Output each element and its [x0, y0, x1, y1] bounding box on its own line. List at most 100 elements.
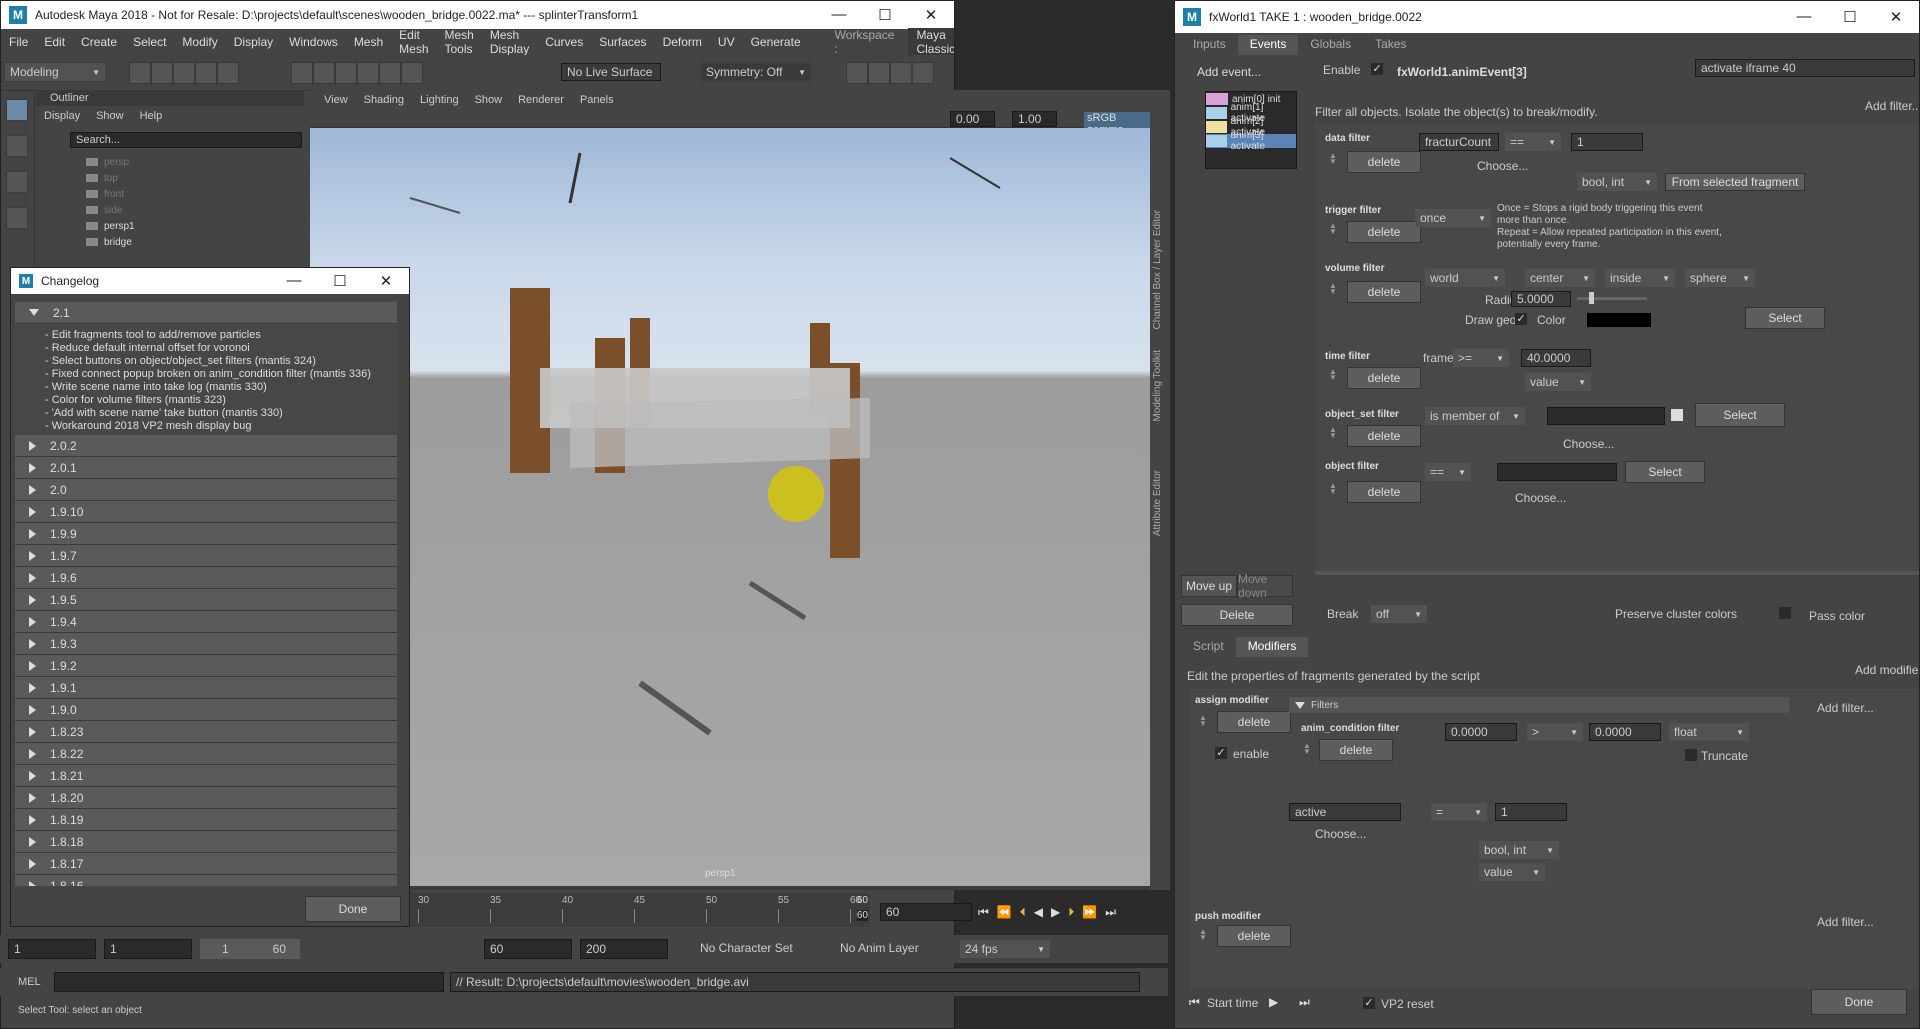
hypershade-icon[interactable]	[912, 62, 934, 84]
object-filter-op[interactable]: ==	[1425, 463, 1471, 481]
data-filter-attr[interactable]: fracturCount	[1419, 133, 1499, 151]
select-tool-icon[interactable]	[6, 99, 28, 121]
delete-event-button[interactable]: Delete	[1181, 604, 1293, 626]
object-set-select-button[interactable]: Select	[1695, 403, 1785, 427]
object-choose[interactable]: Choose...	[1515, 491, 1566, 505]
changelog-done-button[interactable]: Done	[305, 896, 401, 922]
object-field[interactable]	[1497, 463, 1617, 481]
play-back-icon[interactable]: ◀	[1034, 905, 1043, 919]
prev-key-icon[interactable]: ⏴	[1020, 905, 1026, 920]
outliner-item[interactable]: front	[86, 186, 286, 202]
current-frame-field[interactable]: 60	[880, 903, 972, 921]
tab-events[interactable]: Events	[1237, 35, 1299, 55]
go-to-start-icon[interactable]: ⏮	[978, 905, 989, 920]
volume-filter-delete[interactable]: delete	[1347, 281, 1421, 303]
version-row[interactable]: 2.0.1	[15, 457, 397, 479]
object-select-button[interactable]: Select	[1625, 461, 1705, 483]
fps-dropdown[interactable]: 24 fps	[960, 940, 1050, 958]
workspace-dropdown[interactable]: Maya Classic*	[908, 28, 954, 56]
changelog-close-icon[interactable]: ✕	[363, 272, 409, 290]
active-mode[interactable]: value	[1479, 863, 1545, 881]
version-row[interactable]: 1.8.18	[15, 831, 397, 853]
viewport-menu-lighting[interactable]: Lighting	[412, 94, 467, 106]
step-back-icon[interactable]: ⏪	[997, 905, 1012, 919]
push-modifier-delete[interactable]: delete	[1217, 925, 1291, 947]
add-filter-top[interactable]: Add filter...	[1865, 99, 1919, 113]
render-icon[interactable]	[846, 62, 868, 84]
menu-mesh-display[interactable]: Mesh Display	[482, 28, 537, 56]
break-dropdown[interactable]: off	[1371, 605, 1427, 623]
tab-script[interactable]: Script	[1181, 637, 1236, 657]
changelog-minimize-icon[interactable]: —	[271, 272, 317, 290]
object-set-choose[interactable]: Choose...	[1563, 437, 1614, 451]
select-mode-icon[interactable]	[291, 62, 313, 84]
from-fragment-button[interactable]: From selected fragment	[1665, 173, 1805, 191]
outliner-search-input[interactable]: Search...	[70, 132, 302, 148]
snap-surface-icon[interactable]	[401, 62, 423, 84]
event-description-field[interactable]: activate iframe 40	[1695, 59, 1915, 77]
menu-modify[interactable]: Modify	[174, 35, 225, 49]
channel-box-tab[interactable]: Channel Box / Layer Editor	[1152, 210, 1163, 330]
version-row[interactable]: 1.9.6	[15, 567, 397, 589]
assign-modifier-delete[interactable]: delete	[1217, 711, 1291, 733]
save-scene-icon[interactable]	[173, 62, 195, 84]
play-icon[interactable]: ▶	[1051, 905, 1060, 919]
menu-mesh-tools[interactable]: Mesh Tools	[437, 28, 482, 56]
anim-condition-reorder[interactable]: ▲ ▼	[1303, 742, 1311, 756]
viewport-menu-shading[interactable]: Shading	[356, 94, 412, 106]
fx-play-icon[interactable]: ▶	[1269, 995, 1278, 1009]
far-clip-field[interactable]: 1.00	[1012, 111, 1057, 127]
step-forward-icon[interactable]: ⏩	[1082, 905, 1097, 919]
start-time-label[interactable]: Start time	[1207, 996, 1258, 1010]
radius-slider[interactable]	[1577, 292, 1647, 304]
active-type[interactable]: bool, int	[1479, 841, 1559, 859]
object-set-op[interactable]: is member of	[1425, 407, 1525, 425]
live-surface-field[interactable]: No Live Surface	[561, 63, 661, 81]
menu-display[interactable]: Display	[226, 35, 281, 49]
tab-modifiers[interactable]: Modifiers	[1235, 637, 1309, 657]
version-row[interactable]: 1.9.3	[15, 633, 397, 655]
outliner-item[interactable]: side	[86, 202, 286, 218]
outliner-menu-show[interactable]: Show	[88, 110, 132, 122]
enable-checkbox[interactable]: ✓	[1371, 63, 1383, 75]
range-start2-field[interactable]: 1	[104, 939, 192, 959]
fx-maximize-icon[interactable]: ☐	[1827, 8, 1873, 26]
anim-condition-op[interactable]: >	[1527, 723, 1583, 741]
time-slider[interactable]: 30 35 40 45 50 55 60 60 60	[410, 893, 870, 927]
near-clip-field[interactable]: 0.00	[950, 111, 995, 127]
fx-close-icon[interactable]: ✕	[1873, 8, 1919, 26]
go-to-end-icon[interactable]: ⏭	[1105, 905, 1116, 920]
anim-item[interactable]: anim[3] activate	[1206, 130, 1296, 152]
menu-surfaces[interactable]: Surfaces	[591, 35, 654, 49]
version-row[interactable]: 1.8.23	[15, 721, 397, 743]
fx-done-button[interactable]: Done	[1811, 989, 1907, 1015]
redo-icon[interactable]	[217, 62, 239, 84]
volume-filter-reorder[interactable]: ▲ ▼	[1329, 282, 1337, 296]
anim-condition-b[interactable]: 0.0000	[1589, 723, 1661, 741]
radius-field[interactable]: 5.0000	[1511, 291, 1571, 307]
ipr-icon[interactable]	[868, 62, 890, 84]
snap-grid-icon[interactable]	[313, 62, 335, 84]
truncate-checkbox[interactable]	[1685, 749, 1697, 761]
object-set-field[interactable]	[1547, 407, 1665, 425]
next-key-icon[interactable]: ⏵	[1068, 905, 1074, 920]
tab-globals[interactable]: Globals	[1298, 35, 1363, 55]
menu-edit-mesh[interactable]: Edit Mesh	[391, 28, 436, 56]
trigger-filter-delete[interactable]: delete	[1347, 221, 1421, 243]
color-swatch[interactable]	[1587, 313, 1651, 327]
menu-select[interactable]: Select	[125, 35, 174, 49]
tab-takes[interactable]: Takes	[1363, 35, 1418, 55]
version-row[interactable]: 2.0	[15, 479, 397, 501]
version-row[interactable]: 1.8.17	[15, 853, 397, 875]
version-row[interactable]: 1.9.0	[15, 699, 397, 721]
close-icon[interactable]: ✕	[908, 6, 954, 24]
range-slider[interactable]: 1 60	[200, 939, 300, 959]
object-set-filter-delete[interactable]: delete	[1347, 425, 1421, 447]
fx-step-icon[interactable]: ⏭	[1299, 995, 1310, 1010]
trigger-filter-mode[interactable]: once	[1415, 209, 1491, 227]
viewport-menu-show[interactable]: Show	[467, 94, 511, 106]
menu-curves[interactable]: Curves	[537, 35, 591, 49]
menu-create[interactable]: Create	[73, 35, 125, 49]
lasso-tool-icon[interactable]	[6, 135, 28, 157]
time-filter-op[interactable]: >=	[1453, 349, 1509, 367]
